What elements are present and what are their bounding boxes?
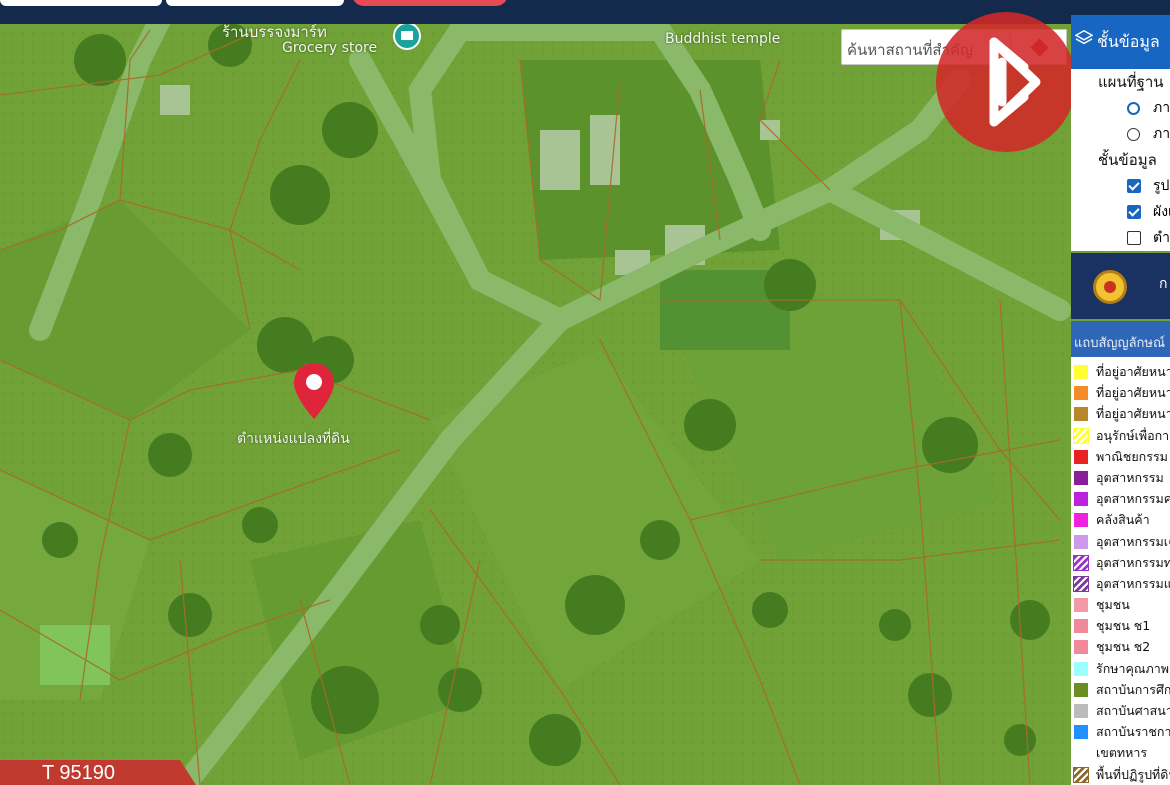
legend-item: สถาบันการศึกษา: [1071, 679, 1170, 700]
basemap-option-2[interactable]: ภาพ: [1071, 121, 1170, 147]
legend-item-label: อนุรักษ์เพื่อการอยู่อาศัย: [1096, 427, 1170, 443]
legend-item: อุตสาหกรรมและคลังสินค้า: [1071, 573, 1170, 594]
listing-code-tag: T 95190: [0, 760, 196, 785]
layers-icon: [1075, 29, 1093, 45]
layer-toggle-parcel-label: รูปแปลง: [1153, 178, 1170, 194]
legend-swatch: [1074, 470, 1088, 485]
legend-item: ที่อยู่อาศัยหนาแน่นปานกลาง: [1071, 382, 1170, 403]
legend-item: อุตสาหกรรมเฉพาะกิจ: [1071, 531, 1170, 552]
grocery-poi-icon[interactable]: [393, 22, 421, 50]
legend-item: สถาบันราชการ: [1071, 721, 1170, 742]
legend-item-label: เขตทหาร: [1096, 745, 1148, 761]
legend-item-label: ที่อยู่อาศัยหนาแน่นปานกลาง: [1096, 385, 1170, 401]
data-layers-title: ชั้นข้อมูล: [1098, 151, 1157, 169]
legend-swatch: [1074, 534, 1088, 549]
layer-panel-header[interactable]: ชั้นข้อมูล: [1071, 15, 1170, 69]
checkbox-unchecked-icon[interactable]: [1127, 231, 1141, 245]
department-seal-icon: [1093, 270, 1127, 304]
legend-item-label: ชุมชน: [1096, 597, 1130, 613]
radio-unselected-icon[interactable]: [1127, 128, 1140, 141]
legend-item-label: อุตสาหกรรมเฉพาะกิจ: [1096, 533, 1170, 549]
legend-swatch: [1074, 746, 1088, 760]
basemap-option-1-label: ภาพ: [1153, 100, 1170, 116]
legend-item: คลังสินค้า: [1071, 509, 1170, 530]
layer-toggle-cityplan-label: ผังเมือง: [1153, 204, 1170, 220]
legend-panel: แถบสัญญลักษณ์ ที่อยู่อาศัยหนาแน่นน้อยที่…: [1071, 321, 1170, 785]
legend-item-label: สถาบันศาสนา: [1096, 703, 1170, 718]
legend-swatch: [1073, 427, 1089, 444]
legend-swatch: [1074, 682, 1088, 697]
layer-panel: ชั้นข้อมูล แผนที่ฐาน ภาพ ภาพ ชั้นข้อมูล …: [1071, 15, 1170, 251]
legend-swatch: [1074, 492, 1088, 507]
basemap-option-1[interactable]: ภาพ: [1071, 95, 1170, 121]
poi-temple-label-en[interactable]: Buddhist temple: [665, 31, 780, 47]
department-bar: ก: [1071, 253, 1170, 319]
legend-item-label: ที่อยู่อาศัยหนาแน่นน้อย: [1096, 364, 1170, 379]
legend-item: ที่อยู่อาศัยหนาแน่นน้อย: [1071, 361, 1170, 382]
legend-item-label: รักษาคุณภาพสิ่งแวดล้อม: [1096, 660, 1170, 676]
legend-item: รักษาคุณภาพสิ่งแวดล้อม: [1071, 658, 1170, 679]
legend-list: ที่อยู่อาศัยหนาแน่นน้อยที่อยู่อาศัยหนาแน…: [1071, 357, 1170, 785]
legend-swatch: [1073, 575, 1089, 592]
legend-item: อนุรักษ์เพื่อการอยู่อาศัย: [1071, 425, 1170, 446]
poi-grocery-label-en[interactable]: Grocery store: [282, 40, 377, 56]
legend-swatch: [1074, 640, 1088, 655]
legend-item-label: พื้นที่ปฏิรูปที่ดิน: [1096, 766, 1170, 782]
legend-item-label: คลังสินค้า: [1096, 512, 1150, 528]
legend-item: อุตสาหกรรมท่าเรือ: [1071, 552, 1170, 573]
legend-swatch: [1074, 704, 1088, 718]
legend-item: ที่อยู่อาศัยหนาแน่นมาก: [1071, 403, 1170, 424]
legend-swatch: [1074, 619, 1088, 634]
legend-item: พื้นที่ปฏิรูปที่ดิน: [1071, 764, 1170, 785]
legend-swatch: [1074, 725, 1088, 740]
legend-swatch: [1074, 407, 1088, 422]
map-pin-icon[interactable]: [292, 361, 336, 421]
basemap-title: แผนที่ฐาน: [1098, 73, 1164, 91]
layer-panel-title: ชั้นข้อมูล: [1097, 32, 1160, 51]
basemap-option-2-label: ภาพ: [1153, 126, 1170, 142]
legend-item-label: ที่อยู่อาศัยหนาแน่นมาก: [1096, 406, 1170, 422]
legend-item: ชุมชน ช2: [1071, 636, 1170, 657]
legend-swatch: [1073, 554, 1089, 571]
legend-item-label: พาณิชยกรรม: [1096, 448, 1168, 464]
legend-swatch: [1074, 449, 1088, 464]
legend-item-label: อุตสาหกรรมและคลังสินค้า: [1096, 575, 1170, 591]
legend-title: แถบสัญญลักษณ์: [1071, 321, 1170, 357]
top-input-1[interactable]: [0, 0, 162, 6]
legend-item-label: อุตสาหกรรมคลังสินค้า: [1096, 491, 1170, 507]
legend-item-label: อุตสาหกรรม: [1096, 469, 1164, 485]
legend-swatch: [1074, 386, 1088, 401]
radio-selected-icon[interactable]: [1127, 102, 1140, 115]
legend-item-label: ชุมชน ช1: [1096, 618, 1151, 634]
layer-toggle-cityplan[interactable]: ผังเมือง: [1071, 199, 1170, 225]
legend-item-label: สถาบันการศึกษา: [1096, 681, 1170, 697]
legend-swatch: [1074, 365, 1088, 379]
layer-toggle-position-label: ตำแหน่ง: [1153, 230, 1170, 246]
layer-toggle-position[interactable]: ตำแหน่ง: [1071, 225, 1170, 251]
top-input-2[interactable]: [166, 0, 344, 6]
legend-item-label: ชุมชน ช2: [1096, 639, 1151, 655]
legend-item: อุตสาหกรรมคลังสินค้า: [1071, 488, 1170, 509]
top-action-button[interactable]: [352, 0, 508, 6]
checkbox-checked-icon[interactable]: [1127, 179, 1141, 193]
legend-swatch: [1073, 766, 1089, 783]
legend-swatch: [1074, 598, 1088, 613]
legend-item: เขตทหาร: [1071, 742, 1170, 763]
checkbox-checked-icon[interactable]: [1127, 205, 1141, 219]
legend-item-label: อุตสาหกรรมท่าเรือ: [1096, 554, 1170, 570]
legend-item-label: สถาบันราชการ: [1096, 724, 1170, 740]
brand-logo: [936, 12, 1076, 152]
marker-label: ตำแหน่งแปลงที่ดิน: [237, 431, 350, 447]
layer-toggle-parcel[interactable]: รูปแปลง: [1071, 173, 1170, 199]
legend-swatch: [1074, 661, 1088, 676]
department-label: ก: [1159, 276, 1168, 292]
legend-item: อุตสาหกรรม: [1071, 467, 1170, 488]
legend-item: ชุมชน: [1071, 594, 1170, 615]
legend-item: สถาบันศาสนา: [1071, 700, 1170, 721]
legend-item: ชุมชน ช1: [1071, 615, 1170, 636]
legend-item: พาณิชยกรรม: [1071, 446, 1170, 467]
legend-swatch: [1074, 513, 1088, 528]
